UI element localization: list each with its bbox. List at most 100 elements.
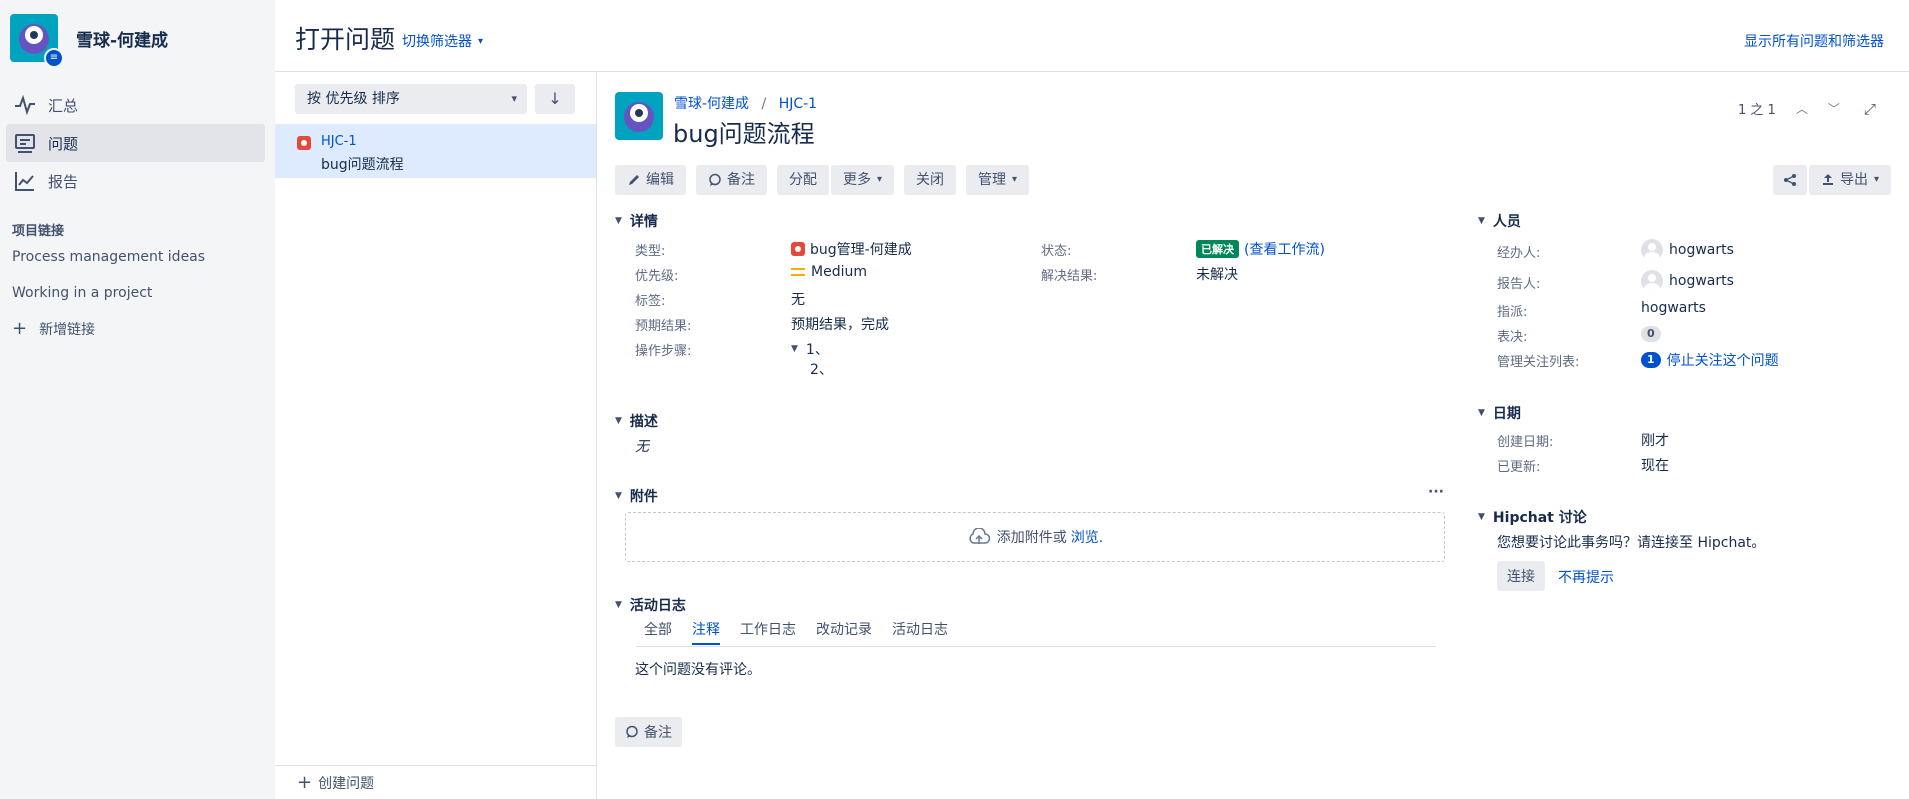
updated-value: 现在 xyxy=(1641,458,1669,474)
avatar xyxy=(1641,270,1663,292)
project-avatar[interactable] xyxy=(615,92,663,140)
browse-link[interactable]: 浏览. xyxy=(1071,527,1103,547)
comment-button[interactable]: 备注 xyxy=(696,165,767,195)
created-value: 刚才 xyxy=(1641,433,1669,449)
attachments-heading: 附件 xyxy=(629,489,658,505)
close-label: 关闭 xyxy=(916,172,945,188)
description-value[interactable]: 无 xyxy=(635,436,649,456)
sort-direction-button[interactable]: ↓ xyxy=(535,84,575,114)
description-section-toggle[interactable]: ▼ 描述 xyxy=(615,411,658,431)
bug-type-icon xyxy=(791,242,805,256)
votes-count: 0 xyxy=(1641,326,1661,342)
issue-list-item[interactable]: HJC-1 bug问题流程 xyxy=(275,124,596,178)
reporter-value[interactable]: hogwarts xyxy=(1641,270,1734,292)
add-comment-button[interactable]: 备注 xyxy=(615,717,682,747)
chevron-up-icon[interactable]: ︿ xyxy=(1796,100,1808,117)
reporter-label: 报告人: xyxy=(1497,277,1541,292)
create-issue-button[interactable]: + 创建问题 xyxy=(275,765,596,799)
plus-icon: + xyxy=(297,772,313,793)
project-name[interactable]: 雪球-何建成 xyxy=(76,26,168,51)
sidebar-item-reports[interactable]: 报告 xyxy=(6,162,265,200)
hipchat-connect-button[interactable]: 连接 xyxy=(1497,561,1545,591)
sidebar-item-label: 问题 xyxy=(48,134,79,153)
edit-button[interactable]: 编辑 xyxy=(615,165,686,195)
assignee-label: 经办人: xyxy=(1497,246,1541,261)
priority-value-text: Medium xyxy=(811,264,867,280)
project-link-working-in-project[interactable]: Working in a project xyxy=(12,285,152,301)
breadcrumb-issue-key[interactable]: HJC-1 xyxy=(779,96,817,112)
tab-history[interactable]: 改动记录 xyxy=(816,619,872,645)
project-avatar[interactable]: ≡ xyxy=(10,14,64,68)
activity-tabs: 全部 注释 工作日志 改动记录 活动日志 xyxy=(644,619,968,645)
export-dropdown[interactable]: 导出 ▾ xyxy=(1809,165,1892,195)
attachments-section-toggle[interactable]: ▼ 附件 xyxy=(615,486,658,506)
switch-filter-label: 切换筛选器 xyxy=(402,34,472,50)
assign-label: 指派: xyxy=(1497,305,1528,320)
step-item: 1、 xyxy=(805,342,829,358)
project-link-process-management[interactable]: Process management ideas xyxy=(12,249,205,265)
comment-icon xyxy=(626,725,638,738)
status-badge: 已解决 xyxy=(1196,240,1239,258)
updated-label: 已更新: xyxy=(1497,460,1541,475)
no-comments-text: 这个问题没有评论。 xyxy=(635,662,761,678)
breadcrumb: 雪球-何建成 / HJC-1 xyxy=(674,93,817,113)
resolution-value: 未解决 xyxy=(1196,267,1238,283)
assign-button[interactable]: 分配 xyxy=(777,165,829,195)
sort-order-select[interactable]: 按 优先级 排序 ▾ xyxy=(295,84,527,114)
show-all-issues-link[interactable]: 显示所有问题和筛选器 xyxy=(1744,31,1884,51)
type-label: 类型: xyxy=(635,244,666,259)
step-item-2: 2、 xyxy=(810,362,833,378)
expected-value: 预期结果，完成 xyxy=(791,317,889,333)
admin-dropdown[interactable]: 管理 ▾ xyxy=(966,165,1030,195)
steps-value: ▼ 1、 xyxy=(791,339,829,359)
view-workflow-link[interactable]: (查看工作流) xyxy=(1244,239,1325,259)
sidebar-item-issues[interactable]: 问题 xyxy=(6,124,265,162)
sidebar-item-label: 报告 xyxy=(48,172,79,191)
dates-section-toggle[interactable]: ▼ 日期 xyxy=(1478,403,1521,423)
votes-value[interactable]: 0 xyxy=(1641,326,1661,342)
status-value: 已解决 (查看工作流) xyxy=(1196,239,1325,259)
chevron-down-icon[interactable]: ﹀ xyxy=(1828,100,1840,117)
pager-position: 1 之 1 xyxy=(1738,103,1776,118)
chevron-down-icon[interactable]: ▼ xyxy=(791,344,798,354)
more-dropdown[interactable]: 更多 ▾ xyxy=(831,165,895,195)
project-header[interactable]: ≡ 雪球-何建成 xyxy=(10,14,168,68)
issue-key[interactable]: HJC-1 xyxy=(321,134,357,149)
issue-detail-panel: 雪球-何建成 / HJC-1 bug问题流程 1 之 1 ︿ ﹀ ⤢ 编辑 备注… xyxy=(598,72,1909,799)
steps-label: 操作步骤: xyxy=(635,344,692,359)
details-section-toggle[interactable]: ▼ 详情 xyxy=(615,211,658,231)
watchers-count[interactable]: 1 xyxy=(1641,352,1661,368)
hipchat-dismiss-link[interactable]: 不再提示 xyxy=(1558,567,1614,587)
attachment-dropzone[interactable]: 添加附件或 浏览. xyxy=(625,512,1445,562)
bot-eye xyxy=(635,109,643,117)
chevron-down-icon: ▼ xyxy=(615,600,622,610)
app-window: ≡ 雪球-何建成 汇总 问题 报告 项目链接 Process managemen… xyxy=(0,0,1909,799)
chevron-down-icon: ▾ xyxy=(511,92,517,105)
attachments-options-icon[interactable]: ··· xyxy=(1428,484,1444,500)
breadcrumb-project[interactable]: 雪球-何建成 xyxy=(674,96,749,112)
expand-icon[interactable]: ⤢ xyxy=(1864,100,1876,118)
tab-comments[interactable]: 注释 xyxy=(692,619,720,645)
tab-activity[interactable]: 活动日志 xyxy=(892,619,948,645)
export-label: 导出 xyxy=(1840,172,1868,188)
hipchat-section-toggle[interactable]: ▼ Hipchat 讨论 xyxy=(1478,507,1587,527)
unwatch-link[interactable]: 停止关注这个问题 xyxy=(1667,350,1779,370)
reporter-name: hogwarts xyxy=(1669,273,1734,289)
activity-section-toggle[interactable]: ▼ 活动日志 xyxy=(615,595,686,615)
share-button[interactable] xyxy=(1773,165,1807,195)
details-heading: 详情 xyxy=(629,214,658,230)
chevron-down-icon: ▼ xyxy=(1478,512,1485,522)
status-label: 状态: xyxy=(1041,244,1072,259)
issue-summary: bug问题流程 xyxy=(321,157,404,173)
close-issue-button[interactable]: 关闭 xyxy=(904,165,957,195)
admin-label: 管理 xyxy=(978,172,1007,188)
page-title: 打开问题 xyxy=(295,25,396,54)
sidebar-item-summary[interactable]: 汇总 xyxy=(6,86,265,124)
tab-worklog[interactable]: 工作日志 xyxy=(740,619,796,645)
add-link-button[interactable]: + 新增链接 xyxy=(12,318,95,339)
tab-all[interactable]: 全部 xyxy=(644,619,672,645)
people-section-toggle[interactable]: ▼ 人员 xyxy=(1478,211,1521,231)
switch-filter-dropdown[interactable]: 切换筛选器 ▾ xyxy=(402,31,483,51)
assignee-value[interactable]: hogwarts xyxy=(1641,239,1734,261)
chevron-down-icon: ▼ xyxy=(615,216,622,226)
